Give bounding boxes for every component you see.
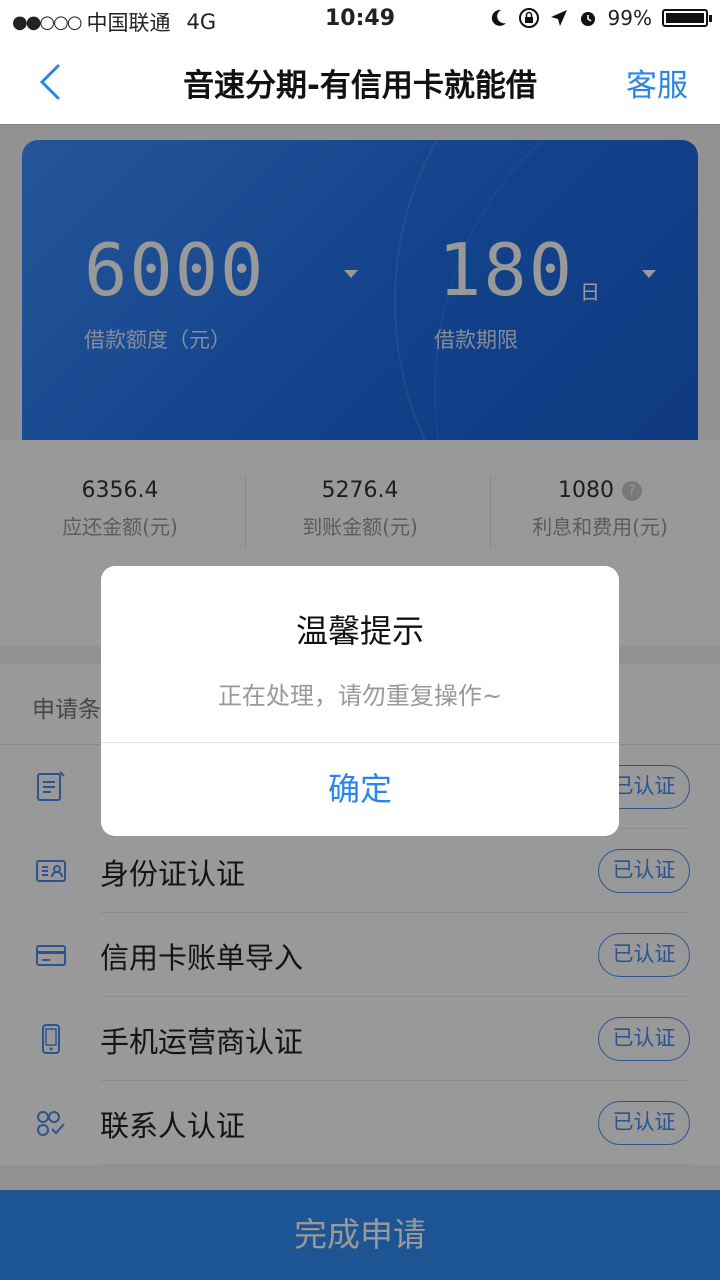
navigation-bar: 音速分期-有信用卡就能借 客服: [0, 40, 720, 125]
confirm-button[interactable]: 确定: [101, 742, 619, 836]
alert-dialog: 温馨提示 正在处理，请勿重复操作~ 确定: [101, 566, 619, 836]
dialog-title: 温馨提示: [295, 612, 424, 650]
battery-icon: [662, 9, 712, 27]
alarm-icon: [580, 12, 595, 26]
rotation-lock-icon: [518, 8, 539, 28]
dialog-message: 正在处理，请勿重复操作~: [217, 682, 503, 710]
status-bar: ●●○○○ 中国联通 4G 10:49 99%: [0, 0, 720, 40]
battery-percentage: 99%: [607, 6, 652, 30]
customer-service-button[interactable]: 客服: [626, 60, 688, 105]
page-title: 音速分期-有信用卡就能借: [183, 68, 537, 104]
location-arrow-icon: [550, 10, 567, 26]
moon-icon: [491, 9, 506, 26]
